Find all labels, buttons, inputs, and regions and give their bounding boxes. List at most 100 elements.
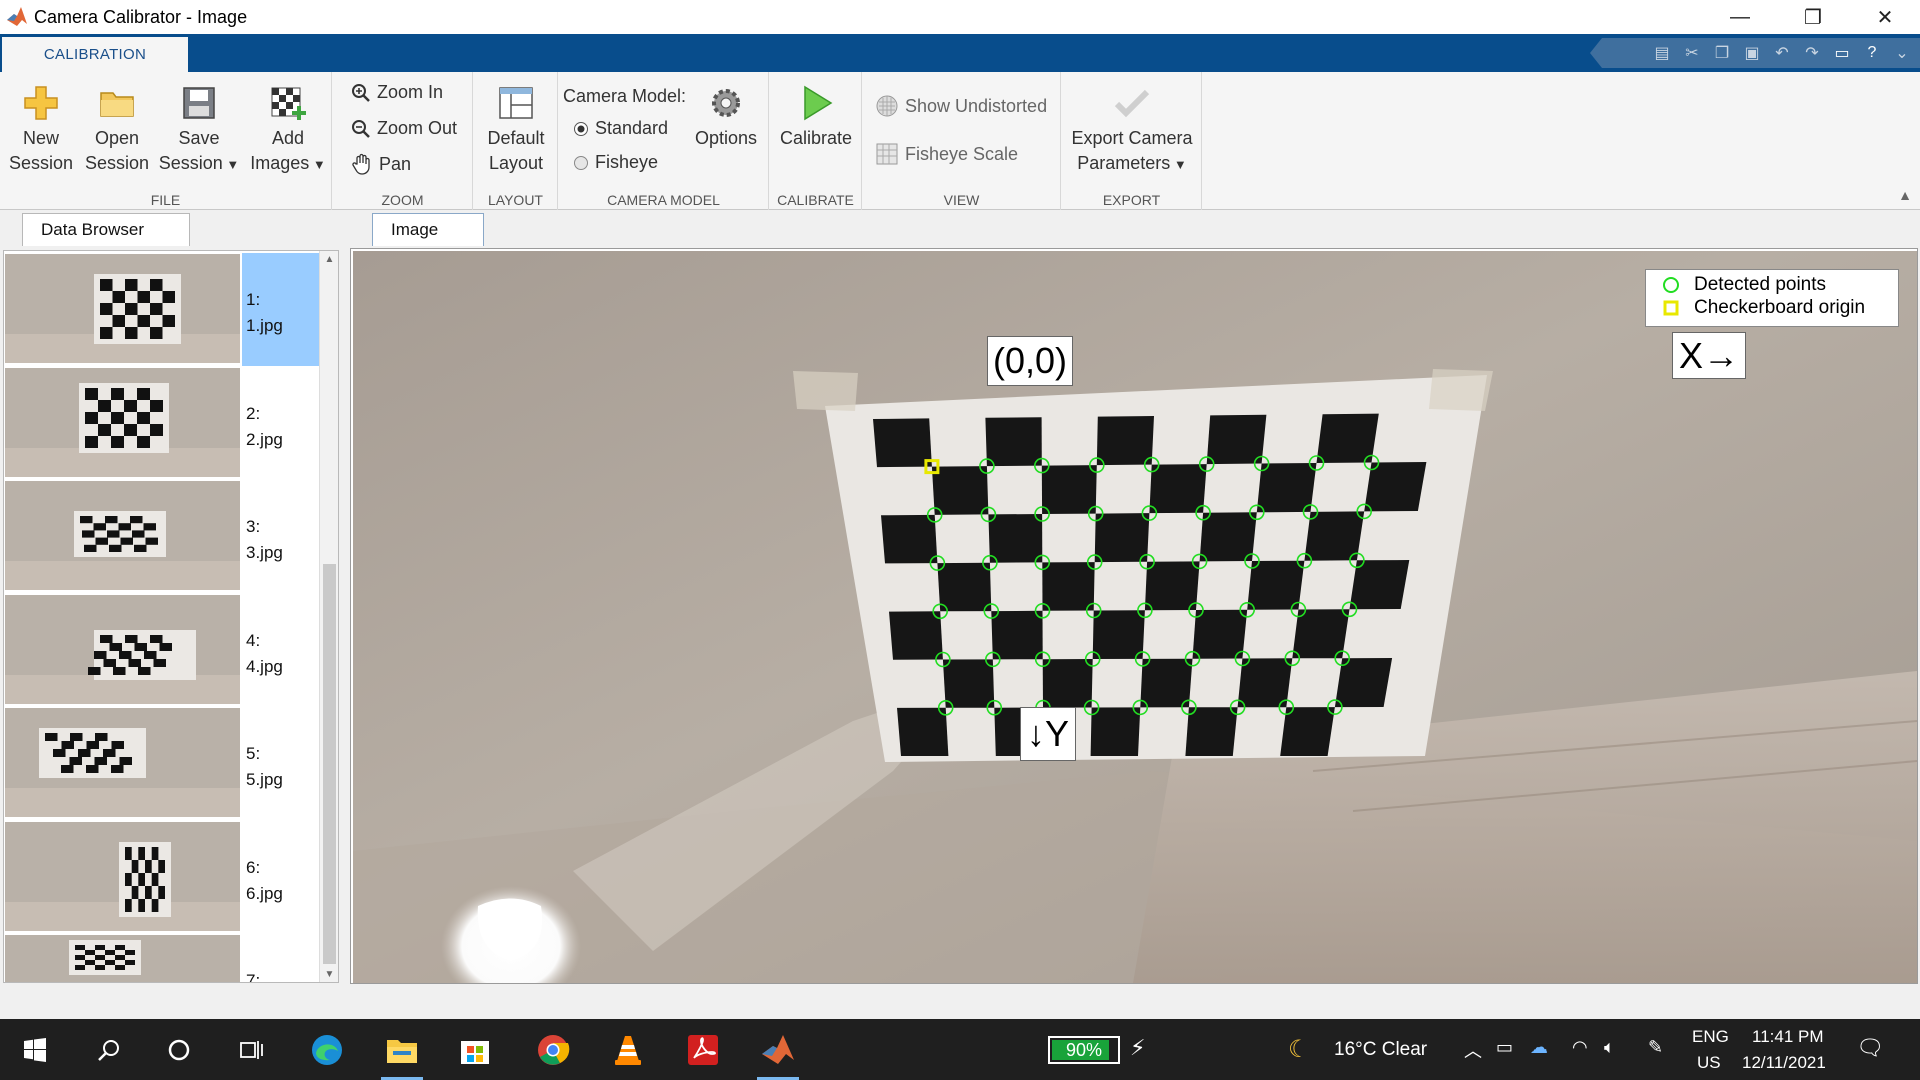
search-button[interactable]: [78, 1019, 140, 1080]
green-circle-icon: [1663, 277, 1679, 293]
chevron-up-icon[interactable]: ︿: [1464, 1037, 1482, 1063]
list-item[interactable]: 3: 3.jpg: [4, 480, 319, 593]
edge-icon: [312, 1034, 342, 1065]
wifi-icon[interactable]: ◠: [1572, 1037, 1588, 1058]
data-browser-tab[interactable]: Data Browser: [22, 213, 190, 246]
thumbnail-label[interactable]: 3: 3.jpg: [242, 480, 319, 593]
list-item[interactable]: 7:: [4, 934, 319, 982]
image-tab[interactable]: Image: [372, 213, 484, 246]
paste-icon[interactable]: ▣: [1742, 43, 1762, 63]
zoom-out-button[interactable]: Zoom Out: [351, 118, 457, 139]
image-thumbnail[interactable]: [5, 254, 240, 363]
radio-unchecked-icon: [574, 155, 588, 170]
collapse-ribbon-icon[interactable]: ▲: [1898, 187, 1912, 203]
image-thumbnail[interactable]: [5, 367, 240, 477]
checker-square: [889, 611, 943, 660]
restore-button[interactable]: ❐: [1778, 0, 1848, 34]
thumbnail-label[interactable]: 1: 1.jpg: [242, 253, 319, 366]
battery-tray-icon[interactable]: ▭: [1496, 1037, 1513, 1058]
scroll-up-icon[interactable]: ▲: [320, 251, 338, 267]
fisheye-scale-button[interactable]: Fisheye Scale: [875, 142, 1018, 166]
microsoft-store-button[interactable]: [444, 1019, 506, 1080]
minimize-button[interactable]: —: [1705, 0, 1775, 34]
thumbnail-label[interactable]: 5: 5.jpg: [242, 707, 319, 820]
default-layout-button[interactable]: Default Layout: [476, 84, 556, 176]
undo-icon[interactable]: ↶: [1772, 43, 1792, 63]
yellow-square-icon: [1663, 300, 1679, 316]
windows-start-button[interactable]: [4, 1019, 66, 1080]
image-thumbnail[interactable]: [5, 594, 240, 704]
new-session-button[interactable]: New Session: [6, 84, 76, 176]
acrobat-button[interactable]: [672, 1019, 734, 1080]
standard-radio[interactable]: Standard: [573, 118, 668, 139]
show-undistorted-button[interactable]: Show Undistorted: [875, 94, 1047, 118]
scrollbar-thumb[interactable]: [323, 564, 336, 964]
restore-icon: ❐: [1804, 6, 1822, 29]
language-top[interactable]: ENG: [1692, 1027, 1729, 1047]
matlab-button[interactable]: [747, 1019, 809, 1080]
chevron-down-icon: ▼: [309, 157, 326, 172]
pan-button[interactable]: Pan: [351, 153, 411, 175]
redo-icon[interactable]: ↷: [1802, 43, 1822, 63]
pen-icon[interactable]: ✎: [1648, 1037, 1663, 1058]
image-thumbnail[interactable]: [5, 935, 240, 982]
help-icon[interactable]: ?: [1862, 43, 1882, 63]
export-camera-parameters-button[interactable]: Export Camera Parameters ▼: [1064, 84, 1200, 177]
open-session-button[interactable]: Open Session: [82, 84, 152, 176]
thumbnail-label[interactable]: 7:: [242, 934, 319, 982]
tab-calibration[interactable]: CALIBRATION: [2, 37, 188, 72]
list-item[interactable]: 6: 6.jpg: [4, 821, 319, 934]
battery-indicator[interactable]: 90%: [1048, 1036, 1120, 1064]
y-axis-label: ↓Y: [1020, 707, 1076, 761]
image-thumbnail[interactable]: [5, 708, 240, 817]
task-view-button[interactable]: [220, 1019, 282, 1080]
volume-icon[interactable]: 🔈︎: [1604, 1037, 1615, 1058]
folder-icon: [100, 92, 134, 117]
onedrive-icon[interactable]: ☁: [1530, 1037, 1548, 1058]
thumbnail-label[interactable]: 2: 2.jpg: [242, 367, 319, 480]
chrome-button[interactable]: [522, 1019, 584, 1080]
thumbnail-index: 6:: [246, 857, 261, 877]
list-item[interactable]: 1: 1.jpg: [4, 253, 319, 366]
zoom-in-button[interactable]: Zoom In: [351, 82, 443, 103]
vlc-button[interactable]: [597, 1019, 659, 1080]
cut-icon[interactable]: ✂: [1682, 43, 1702, 63]
clock-date[interactable]: 12/11/2021: [1742, 1053, 1826, 1073]
notification-icon[interactable]: 🗨︎: [1856, 1035, 1884, 1061]
list-item[interactable]: 4: 4.jpg: [4, 594, 319, 707]
fisheye-radio[interactable]: Fisheye: [573, 152, 658, 173]
scroll-down-icon[interactable]: ▼: [320, 966, 338, 982]
zoom-in-icon: [352, 83, 370, 102]
checker-square: [991, 610, 1043, 660]
save-icon[interactable]: ▤: [1652, 43, 1672, 63]
language-bottom[interactable]: US: [1697, 1053, 1721, 1073]
toolstrip: New Session Open Session Save Session ▼: [0, 72, 1920, 210]
copy-icon[interactable]: ❐: [1712, 43, 1732, 63]
chrome-icon: [538, 1034, 570, 1065]
add-images-button[interactable]: Add Images ▼: [246, 84, 330, 177]
zoom-out-label: Zoom Out: [377, 118, 458, 138]
camera-model-heading-label: Camera Model:: [563, 86, 687, 106]
image-thumbnail[interactable]: [5, 481, 240, 590]
close-button[interactable]: ✕: [1850, 0, 1920, 34]
file-explorer-button[interactable]: [371, 1019, 433, 1080]
image-thumbnail[interactable]: [5, 821, 240, 931]
chevron-down-icon: ▼: [1170, 157, 1187, 172]
switch-windows-icon[interactable]: ▭: [1832, 43, 1852, 63]
export-group-label: EXPORT: [1102, 192, 1161, 208]
thumbnail-label[interactable]: 4: 4.jpg: [242, 594, 319, 707]
thumbnail-index: 1:: [246, 290, 261, 309]
options-button[interactable]: Options: [689, 84, 763, 151]
expand-icon[interactable]: ⌄: [1892, 43, 1912, 63]
save-session-button[interactable]: Save Session ▼: [158, 84, 240, 177]
weather-text[interactable]: 16°C Clear: [1334, 1039, 1427, 1061]
scrollbar[interactable]: ▲ ▼: [319, 251, 338, 982]
list-item[interactable]: 2: 2.jpg: [4, 367, 319, 480]
cortana-button[interactable]: [148, 1019, 210, 1080]
thumbnail-label[interactable]: 6: 6.jpg: [242, 821, 319, 934]
edge-button[interactable]: [296, 1019, 358, 1080]
zoom-out-icon: [352, 119, 370, 138]
clock-time[interactable]: 11:41 PM: [1752, 1027, 1824, 1047]
calibrate-button[interactable]: Calibrate: [772, 84, 860, 151]
list-item[interactable]: 5: 5.jpg: [4, 707, 319, 820]
